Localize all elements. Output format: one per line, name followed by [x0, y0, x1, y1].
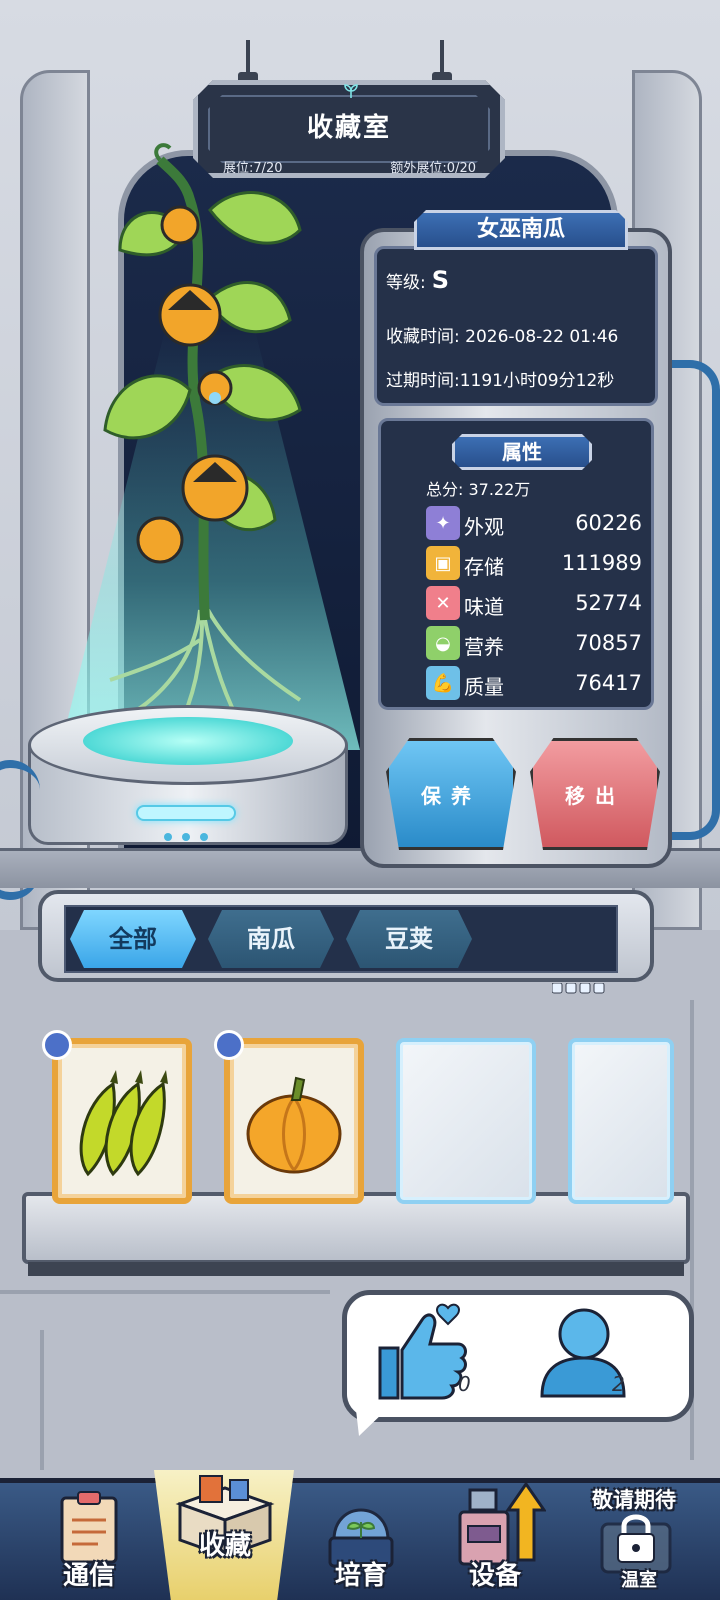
pumpkin-item-icon [246, 1076, 342, 1174]
nav-label: 设备 [468, 1561, 521, 1591]
coming-soon-label: 敬请期待 [592, 1488, 676, 1512]
attr-value: 111989 [561, 551, 642, 575]
total-score: 总分: 37.22万 [426, 480, 531, 499]
attributes-header: 属性 [452, 434, 592, 470]
scroll-indicator-icon [552, 983, 605, 994]
wall-line [0, 1290, 330, 1294]
tab-pumpkin[interactable]: 南瓜 [208, 910, 334, 968]
attr-value: 60226 [575, 511, 642, 535]
nav-item-communication[interactable]: 通信 [24, 1490, 154, 1600]
attr-label: 质量 [464, 675, 504, 699]
plant-name: 女巫南瓜 [414, 210, 628, 250]
attr-row-quality: 💪 质量 76417 [426, 666, 642, 702]
attr-label: 味道 [464, 595, 504, 619]
nutrition-bowl-icon: ◒ [426, 626, 460, 660]
nav-item-equipment[interactable]: 设备 [430, 1481, 560, 1600]
attr-value: 52774 [575, 591, 642, 615]
display-pedestal [28, 705, 348, 855]
slot-empty[interactable] [568, 1038, 674, 1204]
attr-label: 存储 [464, 555, 504, 579]
extra-slot-count: 额外展位:0/20 [390, 161, 476, 176]
muscle-icon: 💪 [426, 666, 460, 700]
page-title: 收藏室 [306, 113, 391, 143]
remove-button[interactable]: 移出 [530, 738, 660, 850]
clipboard-icon [60, 1491, 118, 1564]
nav-label: 温室 [621, 1570, 657, 1591]
nav-label: 收藏 [198, 1531, 251, 1561]
care-button[interactable]: 保养 [386, 738, 516, 850]
grade-label: 等级: [386, 273, 426, 293]
like-count: 0 [458, 1372, 471, 1396]
grade-row: 等级: S [386, 266, 449, 294]
attr-row-taste: ✕ 味道 52774 [426, 586, 642, 622]
grade-value: S [431, 266, 450, 294]
attr-row-storage: ▣ 存储 111989 [426, 546, 642, 582]
like-thumb-icon[interactable] [372, 1300, 472, 1400]
pea-pod-item-icon [79, 1070, 168, 1177]
box-icon: ▣ [426, 546, 460, 580]
attr-row-nutrition: ◒ 营养 70857 [426, 626, 642, 662]
indicator-dot [200, 833, 208, 841]
pedestal-light-strip [136, 805, 236, 821]
nav-label: 培育 [334, 1561, 387, 1591]
slot-pea-pod[interactable] [52, 1038, 192, 1204]
wall-line [40, 1330, 44, 1470]
locked-greenhouse-icon [600, 1514, 672, 1574]
slot-empty[interactable] [396, 1038, 536, 1204]
sprout-icon [344, 84, 358, 98]
nav-item-cultivate[interactable]: 培育 [296, 1490, 426, 1600]
collect-time: 收藏时间: 2026-08-22 01:46 [386, 327, 619, 347]
attr-value: 76417 [575, 671, 642, 695]
tab-all[interactable]: 全部 [70, 910, 196, 968]
attr-label: 外观 [464, 515, 504, 539]
nav-label: 通信 [62, 1561, 115, 1591]
attr-value: 70857 [575, 631, 642, 655]
expire-time: 过期时间:1191小时09分12秒 [386, 371, 615, 391]
visitor-count: 2 [612, 1372, 625, 1396]
clock-icon [214, 1030, 244, 1060]
nav-item-collection[interactable]: 收藏 [160, 1470, 290, 1580]
attr-row-appearance: ✦ 外观 60226 [426, 506, 642, 542]
shelf-edge [28, 1262, 684, 1276]
sparkle-icon: ✦ [426, 506, 460, 540]
utensils-icon: ✕ [426, 586, 460, 620]
clock-icon [42, 1030, 72, 1060]
indicator-dot [182, 833, 190, 841]
tab-pea-pod[interactable]: 豆荚 [346, 910, 472, 968]
slot-pumpkin[interactable] [224, 1038, 364, 1204]
attr-label: 营养 [464, 635, 504, 659]
indicator-dot [164, 833, 172, 841]
pedestal-glow [83, 717, 293, 765]
witch-pumpkin-plant [103, 143, 302, 746]
